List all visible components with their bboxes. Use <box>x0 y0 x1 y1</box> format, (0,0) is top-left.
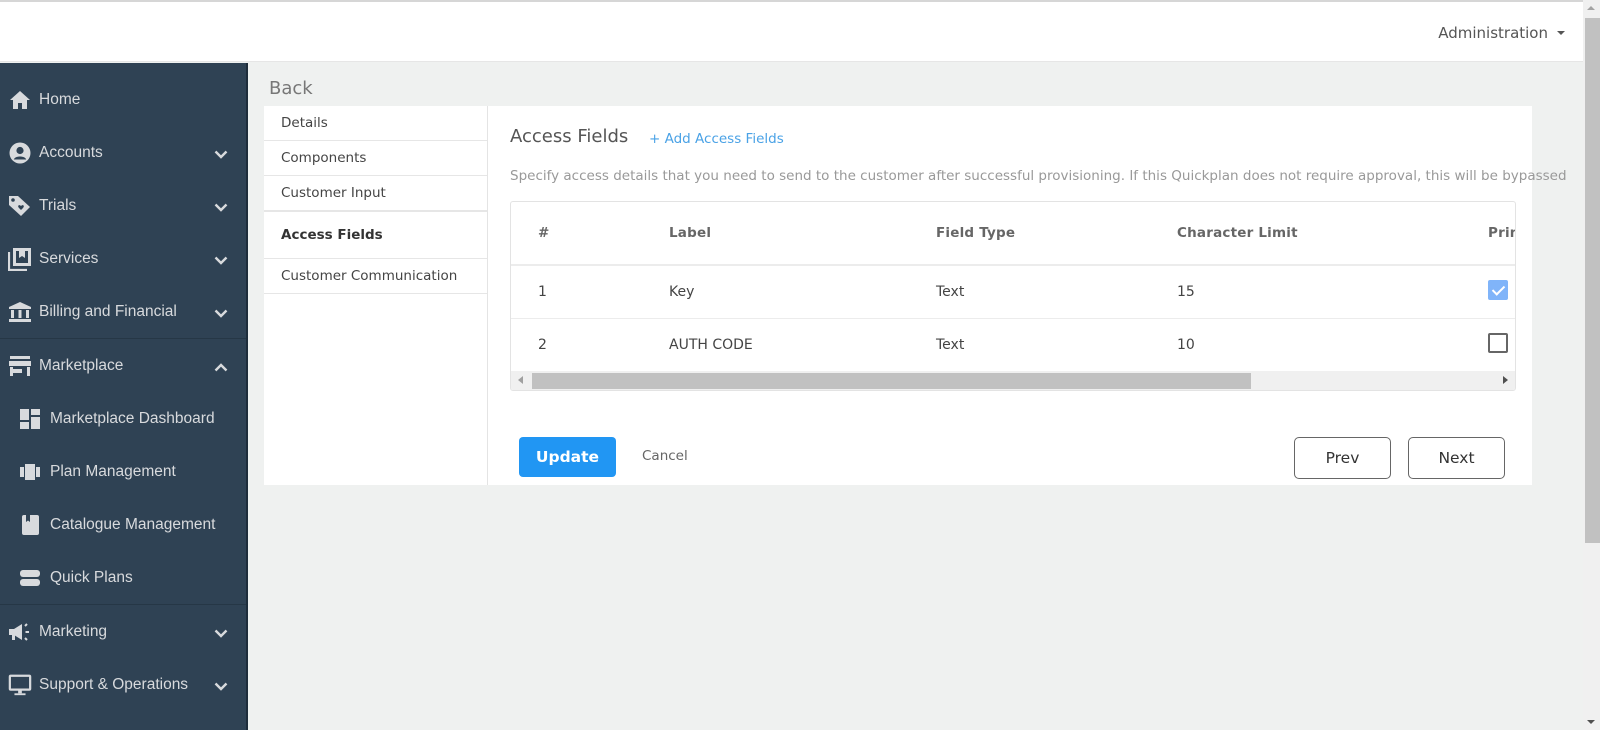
sidebar-item-marketing[interactable]: Marketing <box>0 605 246 658</box>
sidebar-item-marketplace-dashboard[interactable]: Marketplace Dashboard <box>0 392 246 445</box>
sidebar-item-catalogue-management[interactable]: Catalogue Management <box>0 498 246 551</box>
cell-field-type: Text <box>936 318 1177 372</box>
plan-icon <box>18 460 42 484</box>
cell-primary <box>1488 265 1515 319</box>
bank-icon <box>8 300 32 324</box>
sidebar-item-label: Home <box>39 90 81 108</box>
home-icon <box>8 88 32 112</box>
chevron-down-icon <box>214 252 228 270</box>
step-details[interactable]: Details <box>264 106 487 141</box>
chevron-up-icon <box>214 359 228 377</box>
page-vertical-scrollbar[interactable] <box>1583 0 1600 730</box>
top-bar: Administration <box>0 0 1583 62</box>
sidebar-item-label: Billing and Financial <box>39 302 177 320</box>
cancel-button[interactable]: Cancel <box>642 448 688 464</box>
sidebar: Home Accounts Trials Services Billing an… <box>0 63 248 730</box>
administration-menu[interactable]: Administration <box>1438 24 1565 42</box>
chevron-down-icon <box>214 199 228 217</box>
section-title: Access Fields <box>510 126 629 147</box>
sidebar-item-label: Marketplace <box>39 356 124 374</box>
scroll-up-arrow-icon[interactable] <box>1587 6 1595 10</box>
step-components[interactable]: Components <box>264 141 487 176</box>
table-row: 2 AUTH CODE Text 10 <box>511 318 1515 372</box>
cell-character-limit: 15 <box>1177 265 1488 319</box>
cell-label: Key <box>669 265 936 319</box>
sidebar-item-plan-management[interactable]: Plan Management <box>0 445 246 498</box>
sidebar-item-services[interactable]: Services <box>0 232 246 285</box>
sidebar-item-label: Marketing <box>39 622 108 640</box>
column-header-field-type: Field Type <box>936 202 1177 266</box>
wizard-steps: Details Components Customer Input Access… <box>264 106 488 485</box>
cell-primary <box>1488 318 1515 372</box>
store-icon <box>8 354 32 378</box>
primary-checkbox[interactable] <box>1488 279 1508 300</box>
sidebar-item-label: Marketplace Dashboard <box>50 409 215 427</box>
cell-number: 1 <box>511 265 669 319</box>
megaphone-icon <box>8 620 32 644</box>
scroll-left-arrow-icon[interactable] <box>518 376 523 384</box>
next-button[interactable]: Next <box>1408 437 1505 479</box>
cell-number: 2 <box>511 318 669 372</box>
prev-button[interactable]: Prev <box>1294 437 1391 479</box>
sidebar-item-label: Quick Plans <box>50 568 133 586</box>
services-icon <box>8 247 32 271</box>
add-access-fields-link[interactable]: + Add Access Fields <box>649 131 784 147</box>
chevron-down-icon <box>214 305 228 323</box>
monitor-icon <box>8 673 32 697</box>
primary-checkbox[interactable] <box>1488 332 1508 353</box>
access-fields-table: # Label Field Type Character Limit Prima… <box>510 201 1516 391</box>
sidebar-item-label: Services <box>39 249 99 267</box>
column-header-primary: Primary <box>1488 202 1515 266</box>
chevron-down-icon <box>214 146 228 164</box>
column-header-character-limit: Character Limit <box>1177 202 1488 266</box>
dashboard-icon <box>18 407 42 431</box>
table-header-row: # Label Field Type Character Limit Prima… <box>511 202 1515 266</box>
stack-icon <box>18 566 42 590</box>
cell-label: AUTH CODE <box>669 318 936 372</box>
section-description: Specify access details that you need to … <box>510 168 1567 184</box>
chevron-down-icon <box>214 678 228 696</box>
update-button[interactable]: Update <box>519 437 616 477</box>
tag-heart-icon <box>8 194 32 218</box>
sidebar-item-label: Support & Operations <box>39 675 189 693</box>
sidebar-item-trials[interactable]: Trials <box>0 179 246 232</box>
step-customer-communication[interactable]: Customer Communication <box>264 259 487 294</box>
book-icon <box>18 513 42 537</box>
caret-down-icon <box>1557 31 1565 35</box>
sidebar-item-home[interactable]: Home <box>0 73 246 126</box>
sidebar-item-support-and-operations[interactable]: Support & Operations <box>0 658 246 711</box>
scrollbar-thumb[interactable] <box>532 373 1251 389</box>
wizard-panel: Details Components Customer Input Access… <box>264 106 1567 485</box>
cell-character-limit: 10 <box>1177 318 1488 372</box>
sidebar-item-billing-and-financial[interactable]: Billing and Financial <box>0 285 246 338</box>
user-circle-icon <box>8 141 32 165</box>
sidebar-item-label: Plan Management <box>50 462 176 480</box>
sidebar-item-quick-plans[interactable]: Quick Plans <box>0 551 246 604</box>
administration-menu-label: Administration <box>1438 24 1548 42</box>
column-header-label: Label <box>669 202 936 266</box>
sidebar-item-accounts[interactable]: Accounts <box>0 126 246 179</box>
sidebar-item-label: Catalogue Management <box>50 515 216 533</box>
scroll-right-arrow-icon[interactable] <box>1503 376 1508 384</box>
sidebar-item-label: Trials <box>39 196 77 214</box>
scroll-down-arrow-icon[interactable] <box>1587 720 1595 724</box>
table-row: 1 Key Text 15 <box>511 265 1515 319</box>
chevron-down-icon <box>214 625 228 643</box>
column-header-number: # <box>511 202 669 266</box>
step-customer-input[interactable]: Customer Input <box>264 176 487 211</box>
sidebar-item-marketplace[interactable]: Marketplace <box>0 339 246 392</box>
sidebar-item-label: Accounts <box>39 143 103 161</box>
access-fields-section: Access Fields + Add Access Fields Specif… <box>510 106 1567 485</box>
scrollbar-thumb[interactable] <box>1585 18 1600 543</box>
step-access-fields[interactable]: Access Fields <box>264 211 487 259</box>
cell-field-type: Text <box>936 265 1177 319</box>
table-horizontal-scrollbar[interactable] <box>511 371 1515 390</box>
back-link[interactable]: Back <box>269 78 313 99</box>
